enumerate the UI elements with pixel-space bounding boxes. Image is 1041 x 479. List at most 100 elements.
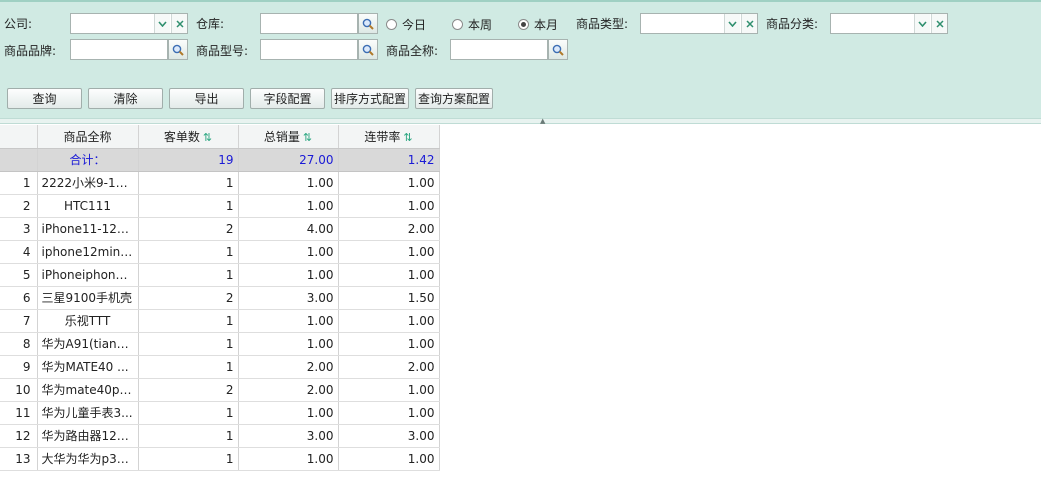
column-header-label: 连带率	[364, 129, 401, 144]
order-count-cell: 1	[138, 355, 239, 379]
query-plan-config-button[interactable]: 查询方案配置	[415, 88, 493, 109]
order-count-cell: 1	[138, 447, 239, 471]
table-row[interactable]: 3 iPhone11-128... 2 4.00 2.00	[0, 217, 440, 241]
row-number-cell: 4	[0, 240, 38, 264]
row-number-cell: 7	[0, 309, 38, 333]
row-number-cell: 11	[0, 401, 38, 425]
radio-circle-icon	[386, 18, 397, 30]
total-sales-cell: 1.00	[238, 309, 339, 333]
total-sales-cell: 2.00	[238, 355, 339, 379]
product-category-combo[interactable]	[830, 13, 948, 34]
company-label: 公司:	[4, 17, 33, 31]
model-input[interactable]	[260, 39, 358, 60]
total-sales-cell: 1.00	[238, 401, 339, 425]
attach-rate-cell: 2.00	[338, 217, 440, 241]
query-button[interactable]: 查询	[7, 88, 82, 109]
brand-input[interactable]	[70, 39, 168, 60]
order-count-cell: 1	[138, 194, 239, 218]
fullname-label: 商品全称:	[386, 44, 439, 58]
order-count-cell: 1	[138, 424, 239, 448]
total-row-number	[0, 148, 38, 172]
table-row[interactable]: 12 华为路由器123... 1 3.00 3.00	[0, 424, 440, 448]
product-name-cell: iphone12mini...	[37, 240, 139, 264]
total-sales-cell: 1.00	[238, 263, 339, 287]
table-row[interactable]: 6 三星9100手机壳 2 3.00 1.50	[0, 286, 440, 310]
total-sales-cell: 3.00	[238, 286, 339, 310]
order-count-cell: 2	[138, 378, 239, 402]
clear-icon[interactable]	[931, 14, 947, 33]
total-sales-cell: 3.00	[238, 424, 339, 448]
attach-rate-cell: 2.00	[338, 355, 440, 379]
product-name-cell: 华为A91(tianyi...	[37, 332, 139, 356]
radio-today[interactable]: 今日	[386, 16, 426, 32]
order-count-cell: 1	[138, 332, 239, 356]
table-row[interactable]: 5 iPhoneiphone... 1 1.00 1.00	[0, 263, 440, 287]
total-sales: 27.00	[238, 148, 339, 172]
product-type-combo[interactable]	[640, 13, 758, 34]
column-header-product-name[interactable]: 商品全称	[37, 125, 139, 149]
product-type-label: 商品类型:	[576, 17, 629, 31]
panel-splitter[interactable]: ▲	[0, 118, 1041, 125]
sort-icon[interactable]: ⇅	[203, 131, 212, 144]
table-row[interactable]: 10 华为mate40pr... 2 2.00 1.00	[0, 378, 440, 402]
search-icon[interactable]	[168, 39, 188, 60]
row-number-cell: 3	[0, 217, 38, 241]
sort-config-button[interactable]: 排序方式配置	[331, 88, 409, 109]
product-name-cell: 2222小米9-12...	[37, 171, 139, 195]
table-row[interactable]: 1 2222小米9-12... 1 1.00 1.00	[0, 171, 440, 195]
column-header-label: 总销量	[263, 129, 300, 144]
row-number-cell: 1	[0, 171, 38, 195]
chevron-down-icon[interactable]	[154, 14, 170, 33]
table-row[interactable]: 13 大华为华为p30... 1 1.00 1.00	[0, 447, 440, 471]
sort-icon[interactable]: ⇅	[303, 131, 312, 144]
clear-icon[interactable]	[741, 14, 757, 33]
collapse-up-icon[interactable]: ▲	[540, 118, 545, 125]
field-config-button[interactable]: 字段配置	[250, 88, 325, 109]
radio-month[interactable]: 本月	[518, 16, 558, 32]
attach-rate-cell: 1.00	[338, 332, 440, 356]
table-row[interactable]: 2 HTC111 1 1.00 1.00	[0, 194, 440, 218]
product-name-cell: 华为路由器123...	[37, 424, 139, 448]
order-count-cell: 1	[138, 401, 239, 425]
total-label: 合计：	[37, 148, 139, 172]
clear-button[interactable]: 清除	[88, 88, 163, 109]
table-row[interactable]: 9 华为MATE40 ... 1 2.00 2.00	[0, 355, 440, 379]
total-sales-cell: 1.00	[238, 332, 339, 356]
table-row[interactable]: 11 华为儿童手表3... 1 1.00 1.00	[0, 401, 440, 425]
column-header-order-count[interactable]: 客单数 ⇅	[138, 125, 239, 149]
total-sales-cell: 1.00	[238, 447, 339, 471]
attach-rate-cell: 1.50	[338, 286, 440, 310]
radio-week[interactable]: 本周	[452, 16, 492, 32]
grid-header-row: 商品全称 客单数 ⇅ 总销量 ⇅ 连带率 ⇅	[0, 125, 440, 149]
total-sales-cell: 1.00	[238, 240, 339, 264]
attach-rate-cell: 1.00	[338, 263, 440, 287]
product-name-cell: 三星9100手机壳	[37, 286, 139, 310]
company-combo[interactable]	[70, 13, 188, 34]
data-grid: 商品全称 客单数 ⇅ 总销量 ⇅ 连带率 ⇅ 合计： 19 27.00 1.42 12…	[0, 125, 440, 471]
order-count-cell: 1	[138, 309, 239, 333]
column-header-total-sales[interactable]: 总销量 ⇅	[238, 125, 339, 149]
export-button[interactable]: 导出	[169, 88, 244, 109]
table-row[interactable]: 4 iphone12mini... 1 1.00 1.00	[0, 240, 440, 264]
fullname-input[interactable]	[450, 39, 548, 60]
search-icon[interactable]	[358, 39, 378, 60]
search-icon[interactable]	[358, 13, 378, 34]
chevron-down-icon[interactable]	[914, 14, 930, 33]
sort-icon[interactable]: ⇅	[403, 131, 412, 144]
search-icon[interactable]	[548, 39, 568, 60]
warehouse-input[interactable]	[260, 13, 358, 34]
table-row[interactable]: 8 华为A91(tianyi... 1 1.00 1.00	[0, 332, 440, 356]
clear-icon[interactable]	[171, 14, 187, 33]
column-header-label: 商品全称	[63, 129, 112, 144]
order-count-cell: 2	[138, 217, 239, 241]
column-header-attach-rate[interactable]: 连带率 ⇅	[338, 125, 440, 149]
attach-rate-cell: 1.00	[338, 378, 440, 402]
chevron-down-icon[interactable]	[724, 14, 740, 33]
product-name-cell: HTC111	[37, 194, 139, 218]
attach-rate-cell: 1.00	[338, 194, 440, 218]
row-number-header	[0, 125, 38, 149]
attach-rate-cell: 1.00	[338, 171, 440, 195]
product-name-cell: 大华为华为p30...	[37, 447, 139, 471]
product-name-cell: 华为儿童手表3...	[37, 401, 139, 425]
table-row[interactable]: 7 乐视TTT 1 1.00 1.00	[0, 309, 440, 333]
